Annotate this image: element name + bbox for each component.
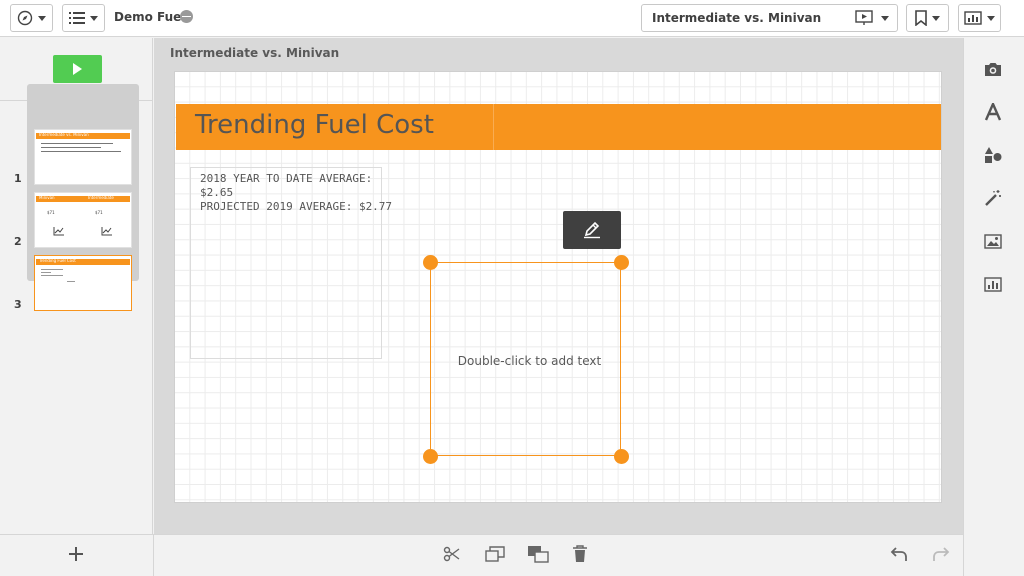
thumbnail-text-line bbox=[41, 151, 121, 152]
presentation-icon bbox=[855, 10, 873, 25]
chevron-down-icon bbox=[987, 15, 995, 21]
asset-list-button[interactable] bbox=[62, 4, 105, 32]
thumbnail-banner: Intermediate vs. Minivan bbox=[36, 132, 130, 139]
thumbnail-text-line bbox=[41, 147, 101, 148]
chart-icon bbox=[964, 11, 982, 25]
text-tool-button[interactable] bbox=[983, 102, 1003, 122]
thumbnail-title: Intermediate vs. Minivan bbox=[39, 132, 89, 137]
divider bbox=[153, 534, 154, 576]
slide-thumbnail-2[interactable]: Minivan Intermediate $71 $71 bbox=[34, 192, 132, 248]
story-selector-label: Intermediate vs. Minivan bbox=[652, 11, 822, 25]
undo-icon bbox=[890, 547, 907, 561]
canvas-title: Intermediate vs. Minivan bbox=[170, 46, 340, 60]
thumbnail-text-line bbox=[41, 275, 63, 276]
navigation-menu-button[interactable] bbox=[10, 4, 53, 32]
banner-divider bbox=[493, 104, 494, 150]
thumbnail-text-line bbox=[41, 272, 51, 273]
text-box-line: 2018 YEAR TO DATE AVERAGE: bbox=[200, 172, 373, 185]
text-box-line: PROJECTED 2019 AVERAGE: $2.77 bbox=[200, 200, 393, 213]
thumbnail-title: Trending Fuel Cost bbox=[39, 258, 76, 263]
resize-handle-bottom-right[interactable] bbox=[614, 449, 629, 464]
thumbnail-number: 1 bbox=[14, 172, 22, 185]
thumbnail-number: 2 bbox=[14, 235, 22, 248]
bottom-toolbar bbox=[0, 534, 963, 576]
app-title: Demo Fuel bbox=[114, 10, 186, 24]
media-tool-button[interactable] bbox=[983, 231, 1003, 251]
image-icon bbox=[984, 233, 1002, 249]
play-story-button[interactable] bbox=[53, 55, 102, 83]
story-selector-dropdown[interactable]: Intermediate vs. Minivan bbox=[641, 4, 898, 32]
redo-button[interactable] bbox=[930, 543, 952, 565]
slide-title: Trending Fuel Cost bbox=[195, 110, 434, 140]
bring-to-front-button[interactable] bbox=[527, 543, 549, 565]
thumbnail-banner: Trending Fuel Cost bbox=[36, 258, 130, 265]
list-icon bbox=[69, 12, 85, 24]
add-slide-button[interactable] bbox=[65, 543, 87, 565]
thumbnail-banner: Minivan Intermediate bbox=[36, 195, 130, 202]
layers-icon bbox=[528, 546, 549, 563]
sheet-tool-button[interactable] bbox=[983, 274, 1003, 294]
cut-button[interactable] bbox=[441, 543, 463, 565]
text-placeholder: Double-click to add text bbox=[457, 354, 602, 368]
thumbnail-text-line bbox=[41, 269, 63, 270]
compass-icon bbox=[17, 10, 33, 26]
offline-icon bbox=[180, 10, 193, 23]
thumbnail-value-right: $71 bbox=[95, 210, 103, 215]
plus-icon bbox=[69, 547, 83, 561]
slide-thumbnail-3[interactable]: Trending Fuel Cost bbox=[34, 255, 132, 311]
trash-icon bbox=[573, 545, 587, 562]
chevron-down-icon bbox=[881, 15, 889, 21]
copy-icon bbox=[485, 546, 505, 562]
edit-text-button[interactable] bbox=[563, 211, 621, 249]
shapes-icon bbox=[985, 147, 1002, 163]
thumbnail-title-right: Intermediate bbox=[88, 195, 114, 200]
thumbnail-text-line bbox=[41, 143, 113, 144]
resize-handle-top-left[interactable] bbox=[423, 255, 438, 270]
thumbnail-number: 3 bbox=[14, 298, 22, 311]
pencil-icon bbox=[584, 221, 600, 239]
snapshot-button[interactable] bbox=[983, 59, 1003, 79]
sheet-chart-icon bbox=[984, 276, 1002, 292]
delete-button[interactable] bbox=[569, 543, 591, 565]
thumbnail-text-line bbox=[67, 281, 75, 282]
line-chart-icon bbox=[53, 227, 64, 236]
bookmark-button[interactable] bbox=[906, 4, 949, 32]
scissors-icon bbox=[443, 546, 460, 562]
resize-handle-bottom-left[interactable] bbox=[423, 449, 438, 464]
chevron-down-icon bbox=[90, 15, 98, 21]
shapes-tool-button[interactable] bbox=[983, 145, 1003, 165]
chevron-down-icon bbox=[38, 15, 46, 21]
thumbnail-title-left: Minivan bbox=[39, 195, 55, 200]
text-box-line: $2.65 bbox=[200, 186, 234, 199]
sheets-button[interactable] bbox=[958, 4, 1001, 32]
line-chart-icon bbox=[101, 227, 112, 236]
redo-icon bbox=[933, 547, 950, 561]
slide-thumbnail-1[interactable]: Intermediate vs. Minivan bbox=[34, 129, 132, 185]
undo-button[interactable] bbox=[888, 543, 910, 565]
camera-icon bbox=[985, 62, 1001, 76]
chevron-down-icon bbox=[932, 15, 940, 21]
text-icon bbox=[984, 103, 1002, 121]
duplicate-button[interactable] bbox=[484, 543, 506, 565]
resize-handle-top-right[interactable] bbox=[614, 255, 629, 270]
magic-wand-icon bbox=[985, 190, 1001, 206]
bookmark-icon bbox=[915, 10, 927, 26]
thumbnail-value-left: $71 bbox=[47, 210, 55, 215]
effects-tool-button[interactable] bbox=[983, 188, 1003, 208]
